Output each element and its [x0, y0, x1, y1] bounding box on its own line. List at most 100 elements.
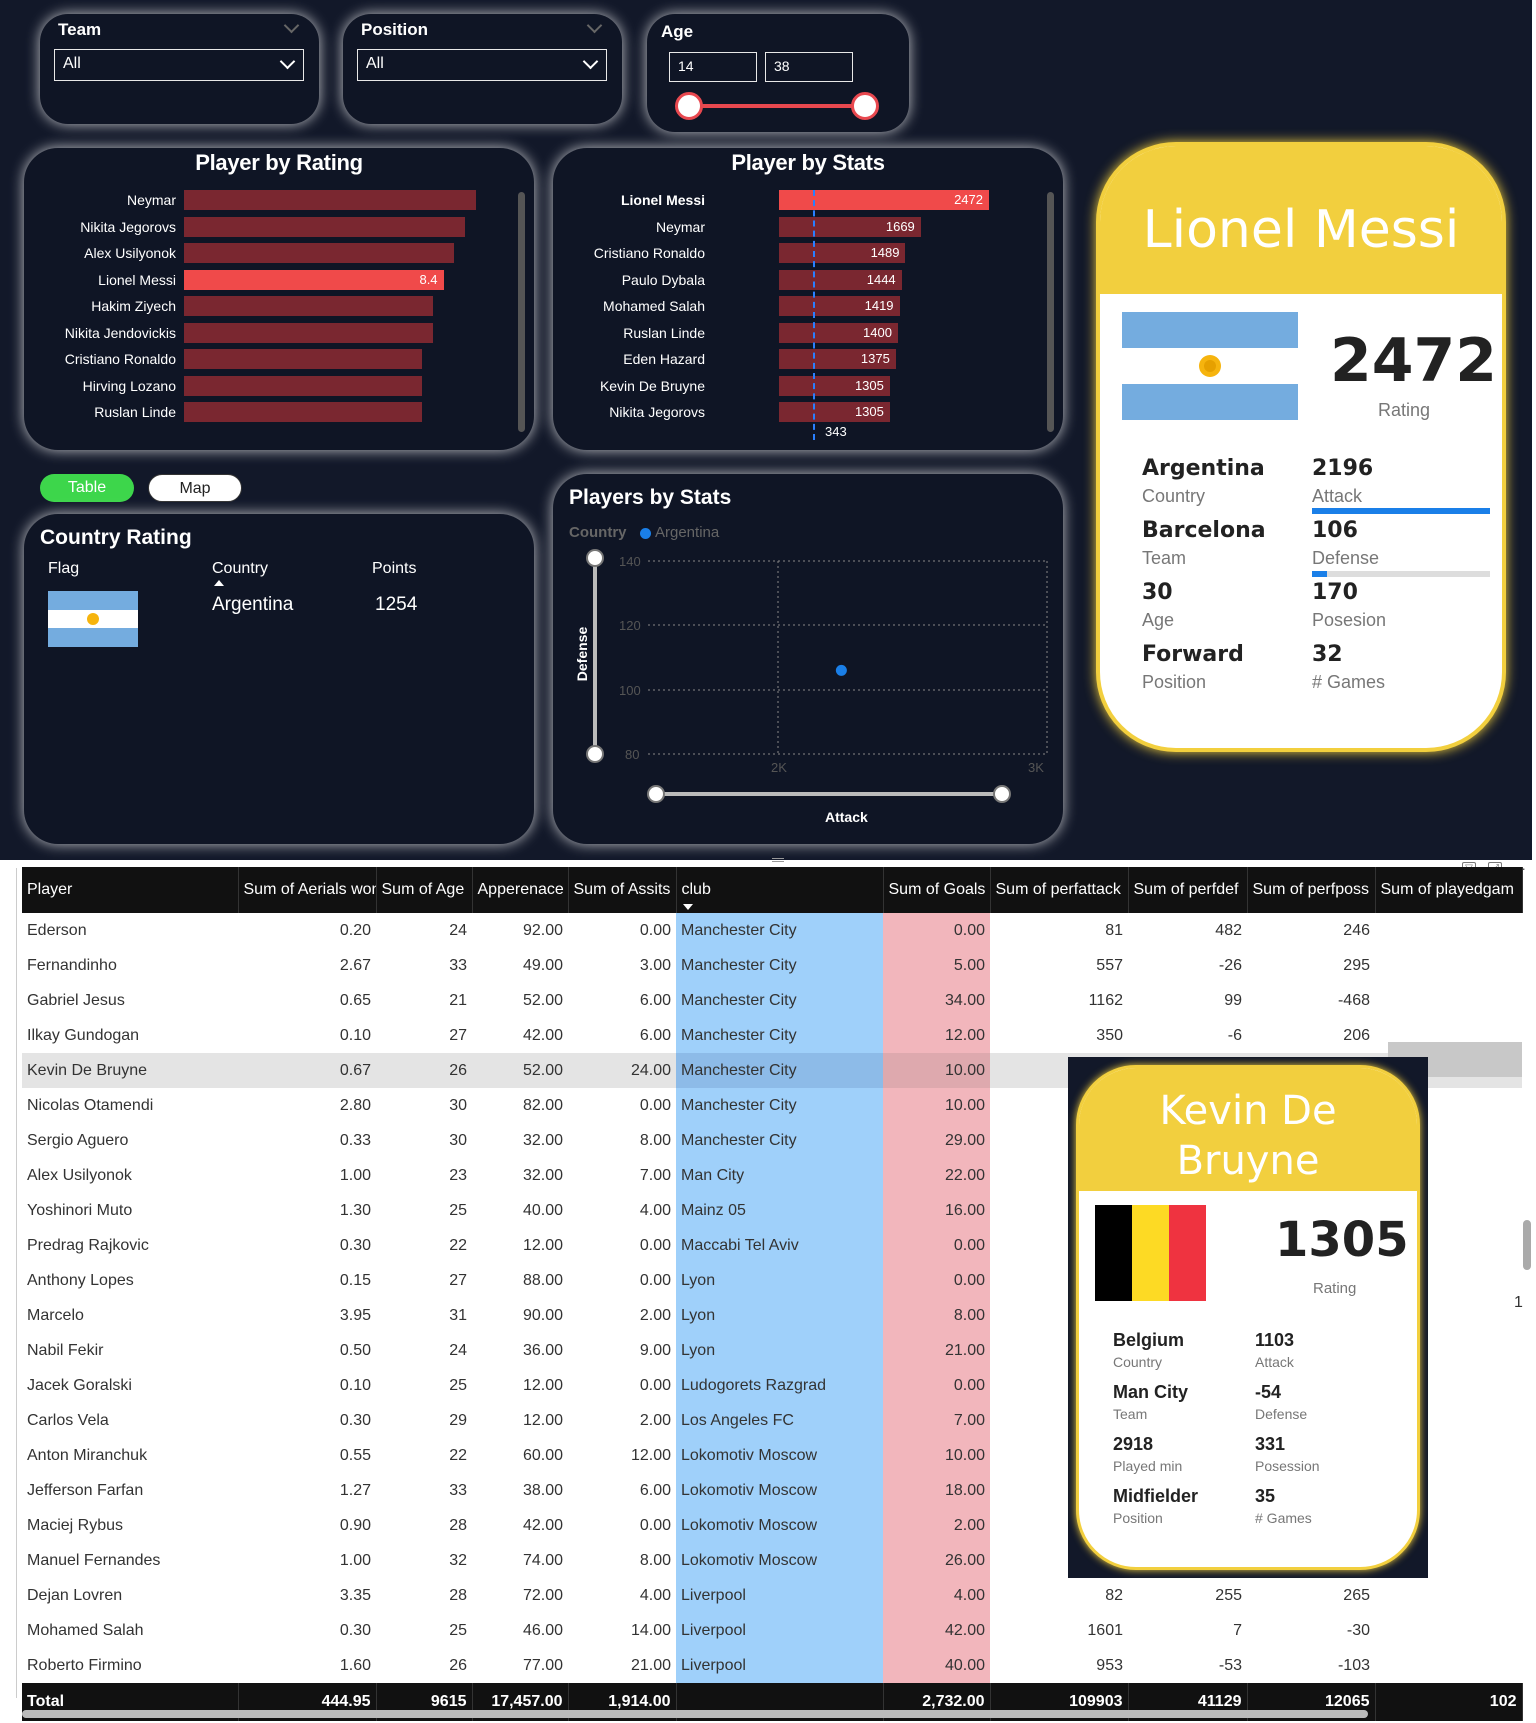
bar-row[interactable]: Lionel Messi 8.4	[24, 269, 534, 290]
bar[interactable]: 1669	[779, 216, 921, 237]
table-row[interactable]: Fernandinho 2.67 33 49.00 3.00 Manchester Cit…	[22, 948, 1522, 983]
stats-chart-scrollbar[interactable]	[1047, 192, 1054, 432]
table-cell: 88.00	[522, 1271, 563, 1289]
table-horizontal-scrollbar[interactable]	[22, 1710, 1368, 1718]
bar[interactable]: 1375	[779, 349, 896, 369]
table-cell: -103	[1337, 1656, 1370, 1674]
bar[interactable]: 1305	[779, 402, 890, 422]
bar[interactable]	[184, 322, 433, 343]
column-header[interactable]: Sum of Age	[376, 867, 473, 913]
column-header[interactable]: Sum of playedgam	[1375, 867, 1523, 913]
bar-row[interactable]: Hirving Lozano	[24, 375, 534, 396]
tooltip-country-label: Country	[1113, 1354, 1163, 1370]
bar[interactable]	[184, 190, 476, 210]
y-slider-top-handle[interactable]	[586, 549, 604, 567]
x-slider-right-handle[interactable]	[993, 785, 1011, 803]
x-slider-track[interactable]	[655, 792, 1001, 796]
bar-row[interactable]: Alex Usilyonok	[24, 243, 534, 263]
age-max-input[interactable]: 38	[765, 52, 853, 82]
bar-row[interactable]: Nikita Jegorovs 1305	[553, 402, 1063, 422]
bar[interactable]: 8.4	[184, 269, 444, 290]
table-cell: Liverpool	[676, 1648, 883, 1683]
tooltip-possession-label: Posession	[1255, 1458, 1320, 1474]
scatter-point[interactable]	[835, 664, 847, 676]
age-min-input[interactable]: 14	[669, 52, 757, 82]
table-toggle[interactable]: Table	[40, 474, 134, 502]
team-select[interactable]: All	[54, 49, 304, 81]
bar-row[interactable]: Kevin De Bruyne 1305	[553, 375, 1063, 396]
table-cell: 26.00	[883, 1543, 990, 1578]
bar[interactable]: 1489	[779, 243, 906, 263]
bar-row[interactable]: Cristiano Ronaldo 1489	[553, 243, 1063, 263]
bar[interactable]: 1444	[779, 269, 902, 290]
bar-row[interactable]: Ruslan Linde	[24, 402, 534, 422]
bar[interactable]: 2472	[779, 190, 989, 210]
bar[interactable]	[184, 296, 433, 316]
bar[interactable]: 1419	[779, 296, 900, 316]
table-cell: 4.00	[639, 1201, 671, 1219]
table-row[interactable]: Mohamed Salah 0.30 25 46.00 14.00 Liverpool 42…	[22, 1613, 1522, 1648]
bar[interactable]	[184, 243, 455, 263]
column-header[interactable]: Apperenace	[472, 867, 569, 913]
bar-row[interactable]: Nikita Jegorovs	[24, 216, 534, 237]
column-header[interactable]: Sum of Aerials won	[238, 867, 377, 913]
bar-row[interactable]: Neymar	[24, 190, 534, 210]
bar[interactable]	[184, 402, 422, 422]
bar[interactable]	[184, 375, 422, 396]
bar-row[interactable]: Nikita Jendovickis	[24, 322, 534, 343]
bar[interactable]: 1305	[779, 375, 890, 396]
bar[interactable]: 1400	[779, 322, 898, 343]
column-header[interactable]: Sum of Goals	[883, 867, 991, 913]
bar[interactable]	[184, 216, 466, 237]
bar-row[interactable]: Paulo Dybala 1444	[553, 269, 1063, 290]
table-row[interactable]: Dejan Lovren 3.35 28 72.00 4.00 Liverpool 4.00…	[22, 1578, 1522, 1613]
bar-row[interactable]: Mohamed Salah 1419	[553, 296, 1063, 316]
attack-bar	[1312, 508, 1490, 514]
bar-row[interactable]: Eden Hazard 1375	[553, 349, 1063, 369]
legend-item[interactable]: Argentina	[655, 524, 719, 541]
age-slider-min-handle[interactable]	[675, 92, 703, 120]
column-header[interactable]: Player	[22, 867, 239, 913]
table-row[interactable]: Ederson 0.20 24 92.00 0.00 Manchester City 0.0…	[22, 913, 1522, 948]
column-header[interactable]: Sum of Assits	[568, 867, 677, 913]
table-cell: 82.00	[522, 1096, 563, 1114]
bar-value: 1444	[866, 271, 896, 287]
x-slider-left-handle[interactable]	[647, 785, 665, 803]
table-cell: 36.00	[522, 1341, 563, 1359]
bar[interactable]	[184, 349, 422, 369]
column-header[interactable]: Sum of perfposs	[1247, 867, 1376, 913]
resize-grip[interactable]	[772, 858, 784, 862]
bar-row[interactable]: Hakim Ziyech	[24, 296, 534, 316]
table-cell: 52.00	[522, 991, 563, 1009]
rating-chart-scrollbar[interactable]	[518, 192, 525, 432]
points-header[interactable]: Points	[372, 560, 416, 578]
column-header[interactable]: Sum of perfattack	[990, 867, 1129, 913]
age-slider-track[interactable]	[689, 104, 865, 108]
y-slider-bottom-handle[interactable]	[586, 745, 604, 763]
table-vertical-scrollbar[interactable]	[1523, 1220, 1531, 1270]
position-select[interactable]: All	[357, 49, 607, 81]
table-row[interactable]: Gabriel Jesus 0.65 21 52.00 6.00 Manchester C…	[22, 983, 1522, 1018]
position-label: Position	[1142, 672, 1207, 692]
bar-row[interactable]: Ruslan Linde 1400	[553, 322, 1063, 343]
table-cell: 24.00	[568, 1053, 676, 1088]
table-row[interactable]: Roberto Firmino 1.60 26 77.00 21.00 Liverpool…	[22, 1648, 1522, 1683]
bar-row[interactable]: Cristiano Ronaldo	[24, 349, 534, 369]
player-card-messi: Lionel Messi 2472 Rating Argentina Count…	[1096, 142, 1506, 752]
table-cell: 0.00	[639, 1236, 671, 1254]
table-cell: 81	[1105, 921, 1123, 939]
table-cell: 23	[449, 1166, 467, 1184]
bar-label: Nikita Jegorovs	[80, 218, 176, 235]
age-slider-max-handle[interactable]	[851, 92, 879, 120]
map-toggle[interactable]: Map	[148, 474, 242, 502]
table-cell: Alex Usilyonok	[27, 1166, 132, 1184]
bar-row[interactable]: Neymar 1669	[553, 216, 1063, 237]
column-header[interactable]: Sum of perfdef	[1128, 867, 1248, 913]
column-header[interactable]: club	[676, 867, 884, 913]
table-cell	[1375, 1613, 1522, 1648]
country-header[interactable]: Country	[212, 560, 268, 578]
bar-row[interactable]: Lionel Messi 2472	[553, 190, 1063, 210]
table-cell: 31	[449, 1306, 467, 1324]
table-row[interactable]: Ilkay Gundogan 0.10 27 42.00 6.00 Manchester …	[22, 1018, 1522, 1053]
y-slider-track[interactable]	[593, 556, 597, 752]
